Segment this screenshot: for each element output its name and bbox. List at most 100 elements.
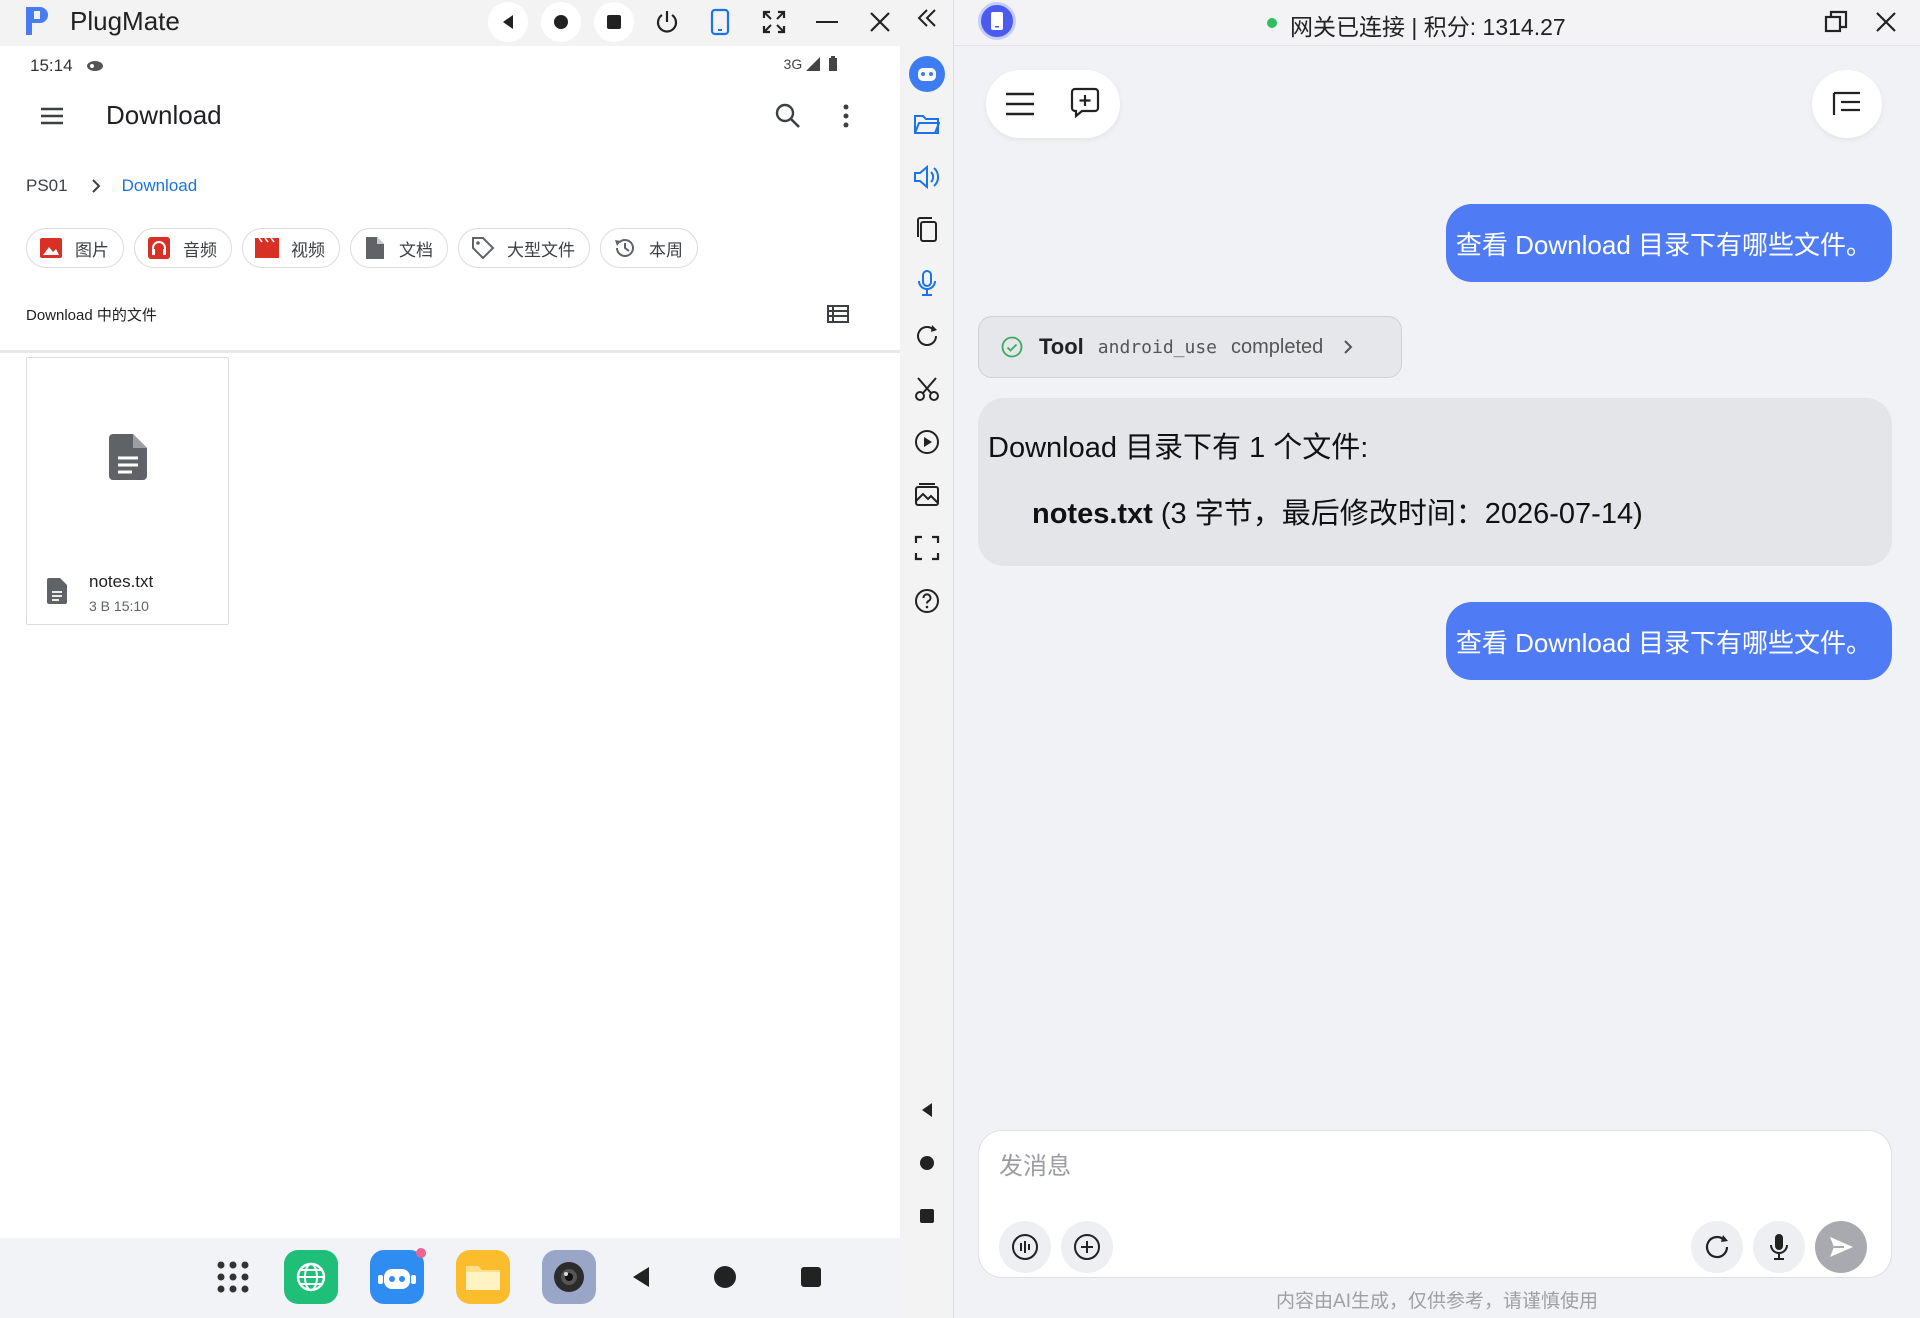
browser-app[interactable] (284, 1250, 338, 1304)
recents-button[interactable] (594, 2, 634, 42)
assistant-text: Download 目录下有 1 个文件: (988, 432, 1369, 464)
volume-button[interactable] (913, 163, 941, 191)
refresh-icon (1705, 1235, 1729, 1259)
assistant-button[interactable] (909, 56, 945, 92)
recents-square-icon (920, 1209, 934, 1223)
breadcrumb-current[interactable]: Download (122, 176, 198, 196)
side-home-button[interactable] (913, 1149, 941, 1177)
chip-images[interactable]: 图片 (26, 228, 124, 268)
image-icon (40, 238, 62, 258)
side-back-button[interactable] (913, 1096, 941, 1124)
play-circle-icon (915, 430, 939, 454)
search-icon[interactable] (772, 100, 804, 132)
screenshot-button[interactable] (913, 375, 941, 403)
rotate-button[interactable] (913, 322, 941, 350)
small-text-file-icon (47, 578, 67, 604)
connection-status-text: 网关已连接 | 积分: 1314.27 (1290, 14, 1566, 40)
camera-app[interactable] (542, 1250, 596, 1304)
camera-icon (554, 1262, 584, 1292)
fit-screen-button[interactable] (913, 534, 941, 562)
collapse-button[interactable] (913, 4, 941, 32)
gallery-button[interactable] (913, 481, 941, 509)
chip-label: 本周 (649, 240, 683, 260)
signal-icon (806, 57, 821, 71)
chat-panel: 网关已连接 | 积分: 1314.27 查看 Download 目录下有哪些文件… (954, 0, 1920, 1318)
attach-button[interactable] (1061, 1221, 1113, 1273)
headphones-icon (148, 237, 170, 259)
back-triangle-icon (922, 1103, 932, 1117)
microphone-button[interactable] (913, 269, 941, 297)
chip-large-files[interactable]: 大型文件 (458, 228, 590, 268)
record-button[interactable] (913, 428, 941, 456)
chip-video[interactable]: 视频 (242, 228, 340, 268)
folder-icon (466, 1266, 500, 1290)
send-icon (1830, 1237, 1853, 1257)
voice-mode-button[interactable] (999, 1221, 1051, 1273)
back-triangle-icon (503, 15, 513, 29)
microphone-button[interactable] (1753, 1221, 1805, 1273)
chip-this-week[interactable]: 本周 (600, 228, 698, 268)
robot-app[interactable] (370, 1248, 426, 1304)
breadcrumb-root[interactable]: PS01 (26, 176, 68, 196)
robot-icon (909, 56, 945, 92)
hamburger-menu-icon[interactable] (36, 100, 68, 132)
user-message: 查看 Download 目录下有哪些文件。 (1445, 602, 1892, 680)
hamburger-menu-icon[interactable] (1004, 90, 1036, 118)
android-dock (0, 1238, 900, 1318)
file-item[interactable]: notes.txt 3 B 15:10 (26, 357, 229, 625)
more-vert-icon[interactable] (830, 100, 862, 132)
close-button[interactable] (860, 2, 900, 42)
home-circle-icon (920, 1156, 934, 1170)
chip-documents[interactable]: 文档 (350, 228, 448, 268)
folder-button[interactable] (913, 110, 941, 138)
phone-window: PlugMate 15:14 3G Download PS01 Download… (0, 0, 900, 1318)
close-icon[interactable] (1872, 8, 1900, 36)
send-button[interactable] (1815, 1221, 1867, 1273)
plus-circle-icon (1074, 1234, 1100, 1260)
home-circle-icon (714, 1266, 736, 1288)
nav-home-button[interactable] (698, 1250, 752, 1304)
app-drawer-button[interactable] (206, 1250, 260, 1304)
plugmate-logo-icon (26, 7, 48, 35)
help-button[interactable] (913, 587, 941, 615)
close-icon (870, 12, 890, 32)
restore-window-icon[interactable] (1822, 8, 1850, 36)
nav-back-button[interactable] (614, 1250, 668, 1304)
tool-label: Tool (1039, 334, 1084, 359)
nav-recents-button[interactable] (784, 1250, 838, 1304)
battery-icon (829, 56, 837, 71)
list-view-icon[interactable] (826, 302, 850, 326)
files-section-header: Download 中的文件 (26, 307, 157, 324)
help-icon (915, 589, 939, 613)
app-title: PlugMate (70, 6, 180, 36)
file-meta: 3 B 15:10 (89, 598, 149, 614)
history-icon (615, 239, 634, 257)
tool-call-card[interactable]: Tool android_use completed (978, 316, 1402, 378)
rotate-device-button[interactable] (700, 2, 740, 42)
side-recents-button[interactable] (913, 1202, 941, 1230)
minimize-button[interactable] (807, 2, 847, 42)
refresh-button[interactable] (1691, 1221, 1743, 1273)
globe-icon (296, 1262, 326, 1292)
outline-button[interactable] (1812, 70, 1882, 138)
message-input[interactable] (999, 1149, 1869, 1185)
power-button[interactable] (647, 2, 687, 42)
back-button[interactable] (488, 2, 528, 42)
microphone-icon (1770, 1234, 1788, 1260)
tool-status: completed (1231, 335, 1324, 358)
chip-audio[interactable]: 音频 (134, 228, 232, 268)
user-message: 查看 Download 目录下有哪些文件。 (1445, 204, 1892, 282)
device-badge[interactable] (978, 2, 1016, 40)
app-grid-icon (217, 1261, 249, 1293)
crop-free-icon (914, 535, 940, 561)
minimize-icon (816, 21, 838, 23)
fullscreen-button[interactable] (754, 2, 794, 42)
double-chevron-left-icon (917, 9, 936, 27)
clipboard-button[interactable] (913, 216, 941, 244)
new-chat-icon[interactable] (1068, 86, 1102, 120)
home-button[interactable] (541, 2, 581, 42)
files-app[interactable] (456, 1250, 510, 1304)
network-type: 3G (783, 56, 803, 72)
assistant-file-name: notes.txt (1032, 498, 1153, 530)
expand-icon (762, 10, 786, 34)
